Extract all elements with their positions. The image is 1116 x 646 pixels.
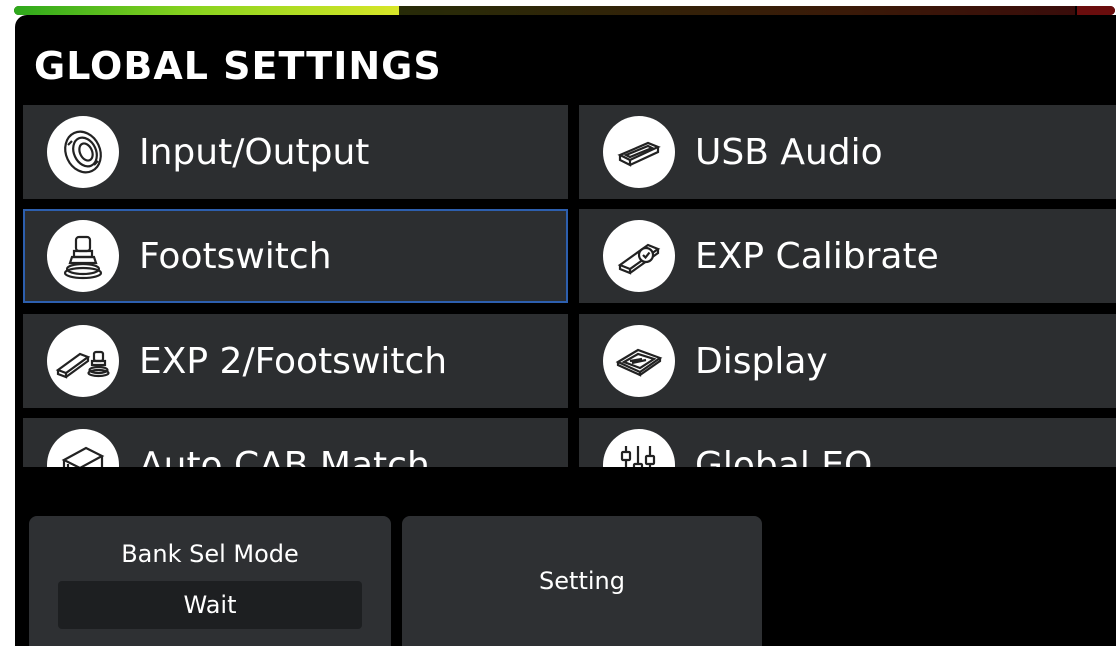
menu-item-input-output[interactable]: Input/Output (23, 105, 568, 199)
menu-item-footswitch[interactable]: Footswitch (23, 209, 568, 303)
bank-sel-mode-title: Bank Sel Mode (121, 540, 299, 568)
menu-item-usb-audio[interactable]: USB Audio (579, 105, 1116, 199)
page-title: GLOBAL SETTINGS (34, 44, 442, 88)
level-meter (14, 6, 1115, 15)
menu-item-global-eq[interactable]: Global EQ (579, 418, 1116, 467)
level-meter-clip (1075, 6, 1115, 15)
menu-item-label: Auto CAB Match (139, 444, 430, 468)
menu-item-auto-cab-match[interactable]: Auto CAB Match (23, 418, 568, 467)
pedal-check-icon (603, 220, 675, 292)
menu-item-display[interactable]: Display (579, 314, 1116, 408)
menu-item-exp-calibrate[interactable]: EXP Calibrate (579, 209, 1116, 303)
footswitch-icon (47, 220, 119, 292)
menu-item-label: Input/Output (139, 131, 370, 173)
display-icon (603, 325, 675, 397)
menu-item-exp2-footswitch[interactable]: EXP 2/Footswitch (23, 314, 568, 408)
bank-sel-mode-control[interactable]: Bank Sel Mode Wait (29, 516, 391, 646)
bank-sel-mode-value[interactable]: Wait (58, 581, 362, 629)
jack-icon (47, 116, 119, 188)
usb-port-icon (603, 116, 675, 188)
menu-item-label: Global EQ (695, 444, 873, 468)
settings-grid: Input/Output USB Audio Footswitch EXP Ca… (15, 105, 1116, 467)
menu-item-label: Footswitch (139, 235, 332, 277)
level-meter-fill (14, 6, 400, 15)
cab-icon (47, 429, 119, 467)
setting-button[interactable]: Setting (402, 516, 762, 646)
menu-item-label: EXP Calibrate (695, 235, 939, 277)
pedal-footswitch-icon (47, 325, 119, 397)
menu-item-label: EXP 2/Footswitch (139, 340, 448, 382)
menu-item-label: Display (695, 340, 828, 382)
menu-item-label: USB Audio (695, 131, 883, 173)
eq-sliders-icon (603, 429, 675, 467)
setting-label: Setting (539, 567, 625, 595)
